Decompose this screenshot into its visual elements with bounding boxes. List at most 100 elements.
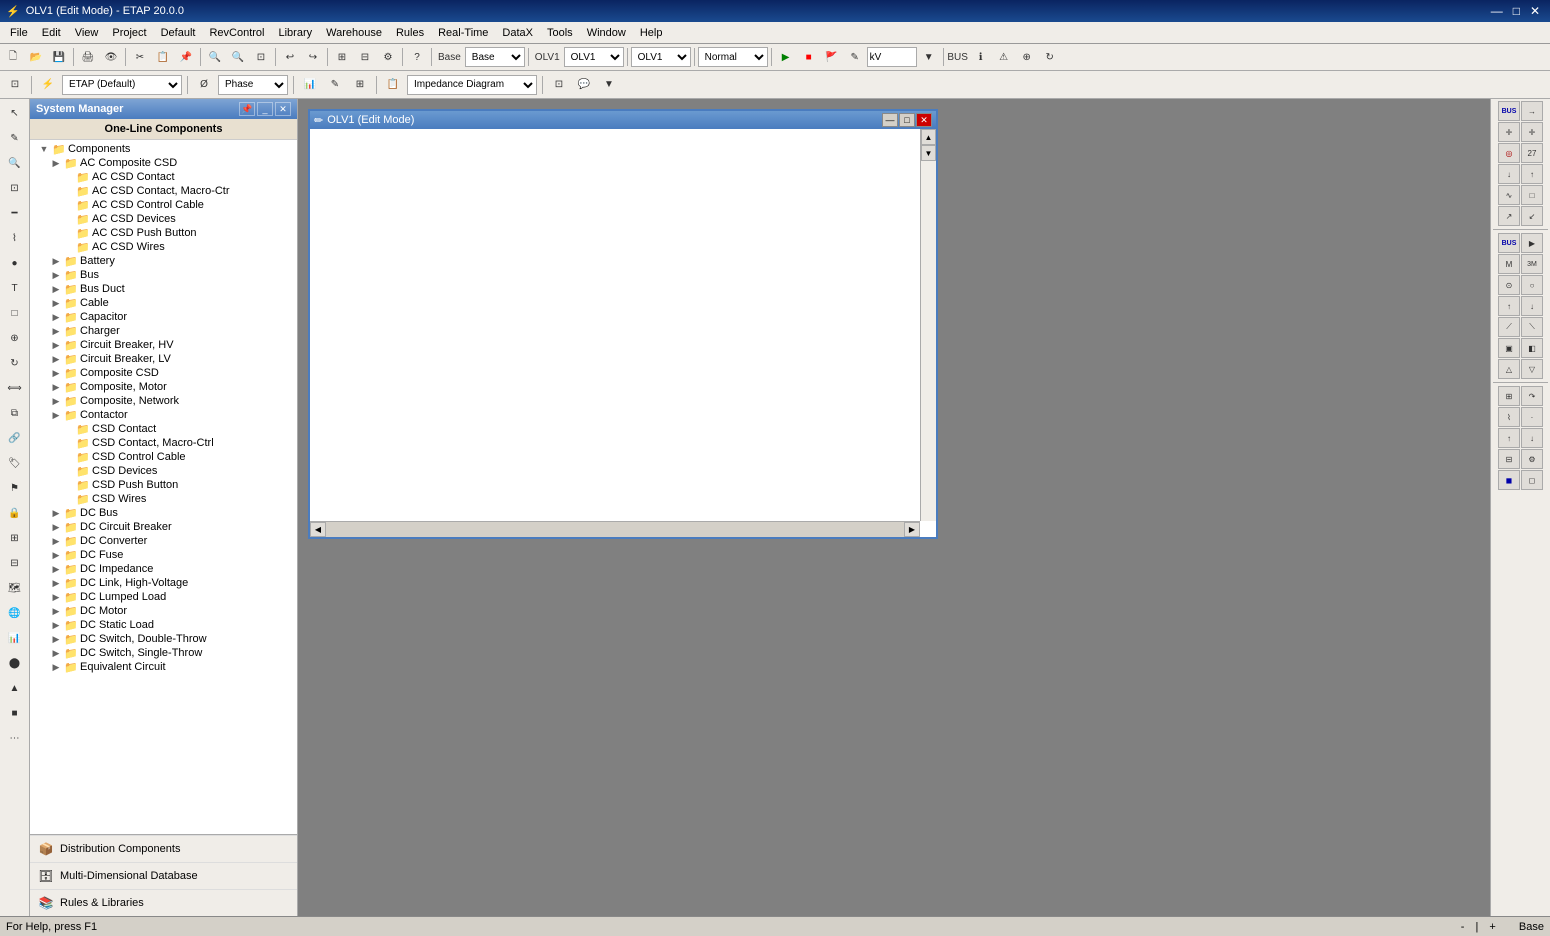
zoom-in-btn[interactable]: 🔍 bbox=[204, 46, 226, 68]
node-icon[interactable]: ● bbox=[3, 251, 27, 275]
copy-btn[interactable]: 📋 bbox=[152, 46, 174, 68]
tree-item-dc-fuse[interactable]: ▶ 📁 DC Fuse bbox=[30, 548, 297, 562]
edit-btn[interactable]: ✎ bbox=[844, 46, 866, 68]
prop-btn[interactable]: ⚙ bbox=[377, 46, 399, 68]
print-btn[interactable]: 🖨 bbox=[77, 46, 99, 68]
tree-item-contactor[interactable]: ▶ 📁 Contactor bbox=[30, 408, 297, 422]
expand-l-icon[interactable]: ⊟ bbox=[3, 551, 27, 575]
r-arr8-icon[interactable]: ↑ bbox=[1498, 428, 1520, 448]
r-arrow3-icon[interactable]: ↓ bbox=[1498, 164, 1520, 184]
mode-dropdown[interactable]: Normal bbox=[698, 47, 768, 67]
tree-item-ac-csd-control-cable[interactable]: 📁 AC CSD Control Cable bbox=[30, 198, 297, 212]
tb2-btn7[interactable]: ▼ bbox=[598, 74, 620, 96]
tag-icon[interactable]: 🏷 bbox=[3, 451, 27, 475]
scroll-right-btn[interactable]: ▶ bbox=[904, 522, 920, 537]
doc-scrollbar-h[interactable]: ◀ ▶ bbox=[310, 521, 920, 537]
kv-input[interactable] bbox=[867, 47, 917, 67]
tree-item-csd-contact[interactable]: 📁 CSD Contact bbox=[30, 422, 297, 436]
r-num27-icon[interactable]: 27 bbox=[1521, 143, 1543, 163]
tree-item-charger[interactable]: ▶ 📁 Charger bbox=[30, 324, 297, 338]
r-diag2-icon[interactable]: ⟍ bbox=[1521, 317, 1543, 337]
flag-l-icon[interactable]: ⚑ bbox=[3, 476, 27, 500]
scroll-left-btn[interactable]: ◀ bbox=[310, 522, 326, 537]
warn-btn[interactable]: ⚠ bbox=[993, 46, 1015, 68]
tree-item-csd-wires[interactable]: 📁 CSD Wires bbox=[30, 492, 297, 506]
wire-icon[interactable]: ⌇ bbox=[3, 226, 27, 250]
draw-icon[interactable]: ✎ bbox=[3, 126, 27, 150]
menu-help[interactable]: Help bbox=[634, 25, 669, 41]
tb2-btn6[interactable]: 💬 bbox=[573, 74, 595, 96]
refresh-btn[interactable]: ↻ bbox=[1039, 46, 1061, 68]
component-tree[interactable]: ▼ 📁 Components ▶ 📁 AC Composite CSD 📁 AC… bbox=[30, 140, 297, 834]
r-m-icon[interactable]: M bbox=[1498, 254, 1520, 274]
r-dot2-icon[interactable]: · bbox=[1521, 407, 1543, 427]
menu-tools[interactable]: Tools bbox=[541, 25, 579, 41]
tree-item-dc-switch-double[interactable]: ▶ 📁 DC Switch, Double-Throw bbox=[30, 632, 297, 646]
scroll-up-btn[interactable]: ▲ bbox=[921, 129, 936, 145]
menu-warehouse[interactable]: Warehouse bbox=[320, 25, 388, 41]
menu-project[interactable]: Project bbox=[106, 25, 152, 41]
doc-scrollbar-v[interactable]: ▲ ▼ bbox=[920, 129, 936, 521]
r-dn2-icon[interactable]: ↓ bbox=[1521, 296, 1543, 316]
bus-l-icon[interactable]: ━ bbox=[3, 201, 27, 225]
paste-btn[interactable]: 📌 bbox=[175, 46, 197, 68]
tree-item-ac-csd-contact[interactable]: 📁 AC CSD Contact bbox=[30, 170, 297, 184]
r-cross2-icon[interactable]: ✛ bbox=[1521, 122, 1543, 142]
flip-icon[interactable]: ⟺ bbox=[3, 376, 27, 400]
tree-item-battery[interactable]: ▶ 📁 Battery bbox=[30, 254, 297, 268]
more-icon[interactable]: ⋯ bbox=[3, 726, 27, 750]
tb2-btn4[interactable]: ⊞ bbox=[349, 74, 371, 96]
r-prop-icon[interactable]: ⚙ bbox=[1521, 449, 1543, 469]
r-tri2-icon[interactable]: ▽ bbox=[1521, 359, 1543, 379]
tree-item-cb-hv[interactable]: ▶ 📁 Circuit Breaker, HV bbox=[30, 338, 297, 352]
grid-btn[interactable]: ⊞ bbox=[331, 46, 353, 68]
open-btn[interactable]: 📂 bbox=[25, 46, 47, 68]
r-sqbl-icon[interactable]: ◼ bbox=[1498, 470, 1520, 490]
tree-item-cable[interactable]: ▶ 📁 Cable bbox=[30, 296, 297, 310]
maximize-button[interactable]: □ bbox=[1509, 2, 1524, 20]
cut-btn[interactable]: ✂ bbox=[129, 46, 151, 68]
diagram-dropdown[interactable]: Impedance Diagram bbox=[407, 75, 537, 95]
link-icon[interactable]: 🔗 bbox=[3, 426, 27, 450]
r-wave-icon[interactable]: ∿ bbox=[1498, 185, 1520, 205]
tb2-btn2[interactable]: 📊 bbox=[299, 74, 321, 96]
zoom-icon[interactable]: 🔍 bbox=[3, 151, 27, 175]
chart-icon[interactable]: 📊 bbox=[3, 626, 27, 650]
dot-icon[interactable]: ⬤ bbox=[3, 651, 27, 675]
tree-item-bus-duct[interactable]: ▶ 📁 Bus Duct bbox=[30, 282, 297, 296]
redo-btn[interactable]: ↪ bbox=[302, 46, 324, 68]
doc-canvas[interactable]: ▲ ▼ ◀ ▶ bbox=[310, 129, 936, 537]
r-sq4-icon[interactable]: ◧ bbox=[1521, 338, 1543, 358]
menu-view[interactable]: View bbox=[69, 25, 105, 41]
tb2-btn1[interactable]: ⊡ bbox=[4, 74, 26, 96]
pointer-icon[interactable]: ↖ bbox=[3, 101, 27, 125]
r-line-icon[interactable]: ⌇ bbox=[1498, 407, 1520, 427]
r-arr7-icon[interactable]: ↷ bbox=[1521, 386, 1543, 406]
kv-down-btn[interactable]: ▼ bbox=[918, 46, 940, 68]
menu-rules[interactable]: Rules bbox=[390, 25, 430, 41]
r-arr9-icon[interactable]: ↓ bbox=[1521, 428, 1543, 448]
nav-tab-rules[interactable]: 📚 Rules & Libraries bbox=[30, 889, 297, 916]
menu-default[interactable]: Default bbox=[155, 25, 202, 41]
phase-icon[interactable]: Ø bbox=[193, 74, 215, 96]
menu-realtime[interactable]: Real-Time bbox=[432, 25, 494, 41]
globe-icon[interactable]: 🌐 bbox=[3, 601, 27, 625]
tree-item-csd-devices[interactable]: 📁 CSD Devices bbox=[30, 464, 297, 478]
tree-item-ac-csd-contact-macro[interactable]: 📁 AC CSD Contact, Macro-Ctr bbox=[30, 184, 297, 198]
zoom-out-btn[interactable]: 🔍 bbox=[227, 46, 249, 68]
tree-item-composite-csd[interactable]: ▶ 📁 Composite CSD bbox=[30, 366, 297, 380]
r-circ2-icon[interactable]: ○ bbox=[1521, 275, 1543, 295]
r-bus2-icon[interactable]: BUS bbox=[1498, 233, 1520, 253]
r-diag1-icon[interactable]: ⟋ bbox=[1498, 317, 1520, 337]
sm-pin-btn[interactable]: 📌 bbox=[239, 102, 255, 116]
nav-tab-distribution[interactable]: 📦 Distribution Components bbox=[30, 835, 297, 862]
tree-item-bus[interactable]: ▶ 📁 Bus bbox=[30, 268, 297, 282]
zoom-fit-btn[interactable]: ⊡ bbox=[250, 46, 272, 68]
r-sq3-icon[interactable]: ▣ bbox=[1498, 338, 1520, 358]
sm-close-btn[interactable]: ✕ bbox=[275, 102, 291, 116]
etap-dropdown[interactable]: ETAP (Default) bbox=[62, 75, 182, 95]
tree-item-dc-bus[interactable]: ▶ 📁 DC Bus bbox=[30, 506, 297, 520]
tb2-btn5[interactable]: ⊡ bbox=[548, 74, 570, 96]
rotate-icon[interactable]: ↻ bbox=[3, 351, 27, 375]
r-circle-icon[interactable]: ◎ bbox=[1498, 143, 1520, 163]
